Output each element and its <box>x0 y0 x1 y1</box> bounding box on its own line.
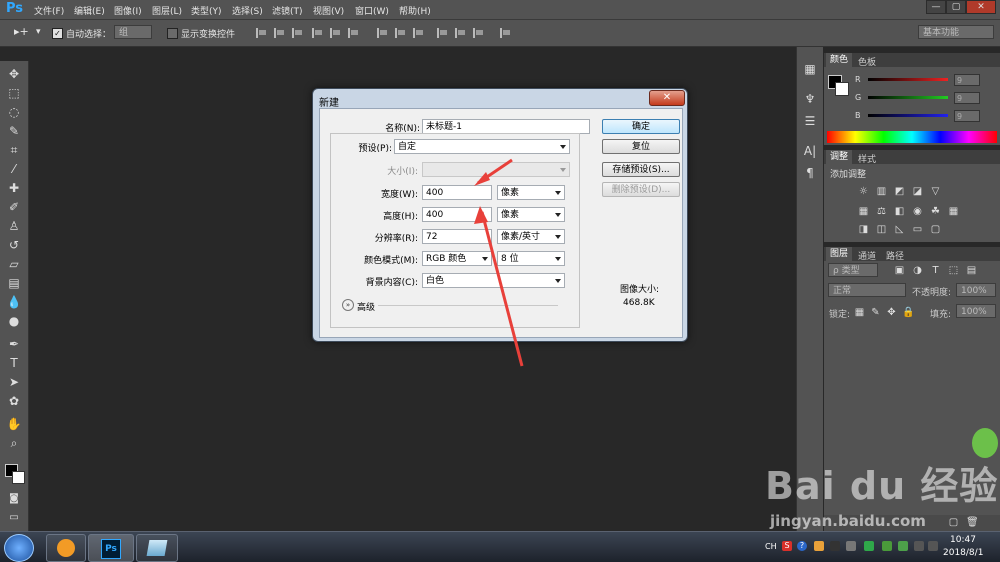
tray-network-icon[interactable] <box>882 541 892 551</box>
start-button[interactable] <box>4 534 34 562</box>
browser-icon <box>57 539 75 557</box>
baidu-watermark-logo: Bai du 经验 <box>765 464 999 508</box>
tray-battery-icon[interactable] <box>898 541 908 551</box>
security-shield-icon[interactable] <box>864 541 874 551</box>
height-annotation-arrow <box>480 211 524 367</box>
windows-taskbar: Ps CH S ? 10:47 2018/8/1 <box>0 531 1000 562</box>
taskbar-browser-button[interactable] <box>46 534 86 562</box>
height-arrowhead <box>474 206 488 224</box>
width-arrowhead <box>474 172 490 186</box>
tray-app-icon[interactable] <box>814 541 824 551</box>
photoshop-taskbar-icon: Ps <box>101 539 121 559</box>
clock-date[interactable]: 2018/8/1 <box>943 548 983 558</box>
tray-update-icon[interactable] <box>846 541 856 551</box>
help-icon[interactable]: ? <box>797 541 807 551</box>
clock-time[interactable]: 10:47 <box>950 535 976 545</box>
mascot-icon <box>972 428 998 458</box>
volume-icon[interactable] <box>928 541 938 551</box>
network-icon[interactable] <box>914 541 924 551</box>
tray-antivirus-icon[interactable] <box>830 541 840 551</box>
ime-icon[interactable]: S <box>782 541 792 551</box>
taskbar-app-button[interactable] <box>136 534 178 562</box>
baidu-watermark-url: jingyan.baidu.com <box>770 512 926 530</box>
language-indicator[interactable]: CH <box>765 542 777 551</box>
taskbar-photoshop-button[interactable]: Ps <box>88 534 134 562</box>
notebook-icon <box>146 540 168 556</box>
